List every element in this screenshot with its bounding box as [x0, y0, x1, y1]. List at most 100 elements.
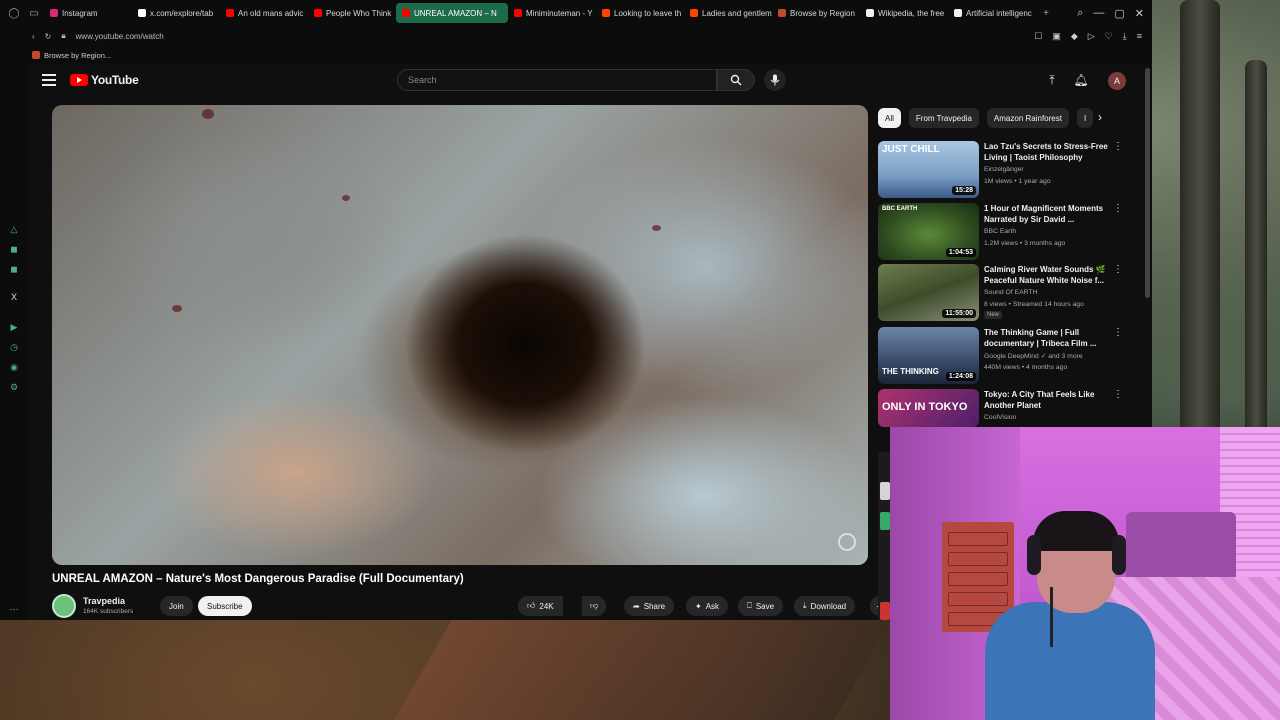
- tab[interactable]: Miniminuteman - Y: [508, 3, 596, 23]
- ask-button[interactable]: ✦ Ask: [686, 596, 729, 616]
- maximize-icon[interactable]: ▢: [1114, 7, 1124, 20]
- bookmark-item[interactable]: Browse by Region...: [44, 51, 111, 60]
- like-button[interactable]: 👍︎ 24K: [518, 596, 563, 616]
- avatar[interactable]: A: [1108, 72, 1126, 90]
- bookmark-icon[interactable]: ☐: [1034, 31, 1042, 42]
- youtube-logo[interactable]: YouTube: [70, 73, 139, 87]
- channel-name-text: Google DeepMind: [984, 353, 1039, 360]
- channel-watermark-icon[interactable]: [838, 533, 856, 551]
- more-vertical-icon[interactable]: ⋮: [1113, 389, 1123, 400]
- tab[interactable]: Browse by Region: [772, 3, 860, 23]
- person-hair: [1033, 511, 1119, 551]
- sidebar-ai-icon[interactable]: △: [9, 224, 19, 234]
- video-thumbnail[interactable]: 11:55:00: [878, 264, 979, 321]
- person-shirt: [985, 602, 1155, 720]
- tab[interactable]: Artificial intelligenc: [948, 3, 1036, 23]
- menu-icon[interactable]: ≡: [1137, 31, 1142, 42]
- recommendation-item[interactable]: JUST CHILL 15:28 Lao Tzu's Secrets to St…: [878, 141, 1138, 199]
- partially-hidden-thumbnails: [878, 452, 890, 620]
- search-input[interactable]: Search: [397, 69, 717, 91]
- minimize-icon[interactable]: —: [1093, 7, 1104, 20]
- opera-logo-icon[interactable]: ◯: [4, 3, 24, 23]
- video-thumbnail[interactable]: BBC EARTH 1:04:53: [878, 203, 979, 260]
- tab[interactable]: Instagram: [44, 3, 132, 23]
- dislike-button[interactable]: 👎︎: [582, 596, 607, 616]
- recommendation-title[interactable]: The Thinking Game | Full documentary | T…: [984, 327, 1114, 349]
- recommendation-channel[interactable]: BBC Earth: [984, 228, 1016, 235]
- download-icon[interactable]: ⤓: [1123, 31, 1127, 42]
- sidebar-player-icon[interactable]: ▶: [9, 322, 19, 332]
- hamburger-menu-icon[interactable]: [42, 74, 56, 86]
- tab[interactable]: Looking to leave th: [596, 3, 684, 23]
- microphone-boom: [1050, 587, 1053, 647]
- recommendation-title[interactable]: Lao Tzu's Secrets to Stress-Free Living …: [984, 141, 1114, 163]
- join-button[interactable]: Join: [160, 596, 193, 616]
- flow-icon[interactable]: ▷: [1088, 31, 1095, 42]
- recommendation-title[interactable]: Tokyo: A City That Feels Like Another Pl…: [984, 389, 1114, 411]
- chip-all[interactable]: All: [878, 108, 901, 128]
- video-thumbnail[interactable]: JUST CHILL 15:28: [878, 141, 979, 198]
- tab-label: People Who Think: [326, 8, 392, 18]
- video-player[interactable]: [52, 105, 868, 565]
- shield-icon[interactable]: ◆: [1071, 31, 1078, 42]
- recommendation-channel[interactable]: Einzelgänger: [984, 166, 1024, 173]
- channel-name[interactable]: Travpedia: [83, 596, 125, 606]
- close-icon[interactable]: ✕: [1135, 7, 1144, 20]
- window-controls: ⌕ — ▢ ✕: [1077, 7, 1152, 20]
- recommendation-channel[interactable]: Google DeepMind ✓ and 3 more: [984, 352, 1083, 360]
- share-button[interactable]: ➦ Share: [624, 596, 675, 616]
- more-vertical-icon[interactable]: ⋮: [1113, 141, 1123, 152]
- chip-more[interactable]: I: [1076, 108, 1094, 128]
- recommendation-item[interactable]: THE THINKING 1:24:08 The Thinking Game |…: [878, 327, 1138, 385]
- chip-amazon-rainforest[interactable]: Amazon Rainforest: [986, 108, 1069, 128]
- sidebar-x-icon[interactable]: X: [9, 292, 19, 302]
- reload-icon[interactable]: ↻: [45, 32, 52, 41]
- more-vertical-icon[interactable]: ⋮: [1113, 327, 1123, 338]
- camera-icon[interactable]: ▣: [1052, 31, 1061, 42]
- subscribe-button[interactable]: Subscribe: [198, 596, 252, 616]
- sidebar-history-icon[interactable]: ◷: [9, 342, 19, 352]
- url-field[interactable]: www.youtube.com/watch: [76, 32, 164, 41]
- search-tabs-icon[interactable]: ⌕: [1077, 7, 1083, 20]
- video-thumbnail[interactable]: THE THINKING 1:24:08: [878, 327, 979, 384]
- new-tab-icon[interactable]: +: [1036, 3, 1056, 23]
- tab-active[interactable]: UNREAL AMAZON – N: [396, 3, 508, 23]
- search-button[interactable]: [717, 69, 755, 91]
- sidebar-more-icon[interactable]: ⋯: [9, 604, 19, 614]
- tab[interactable]: Ladies and gentlem: [684, 3, 772, 23]
- thumbnail-text: BBC EARTH: [882, 206, 918, 212]
- workspaces-icon[interactable]: ▭: [24, 3, 44, 23]
- sidebar-pinboard-icon[interactable]: ◉: [9, 362, 19, 372]
- tab[interactable]: x.com/explore/tab: [132, 3, 220, 23]
- recommendation-item[interactable]: 11:55:00 Calming River Water Sounds 🌿 Pe…: [878, 264, 1138, 322]
- chip-from-channel[interactable]: From Travpedia: [908, 108, 979, 128]
- channel-avatar[interactable]: [52, 594, 76, 618]
- more-vertical-icon[interactable]: ⋮: [1113, 264, 1123, 275]
- recommendation-title[interactable]: Calming River Water Sounds 🌿 Peaceful Na…: [984, 264, 1114, 286]
- tab[interactable]: Wikipedia, the free: [860, 3, 948, 23]
- recommendation-title[interactable]: 1 Hour of Magnificent Moments Narrated b…: [984, 203, 1114, 225]
- tab[interactable]: People Who Think: [308, 3, 396, 23]
- recommendation-channel[interactable]: Sound Of EARTH: [984, 289, 1038, 296]
- upload-icon[interactable]: ⤒: [1044, 72, 1060, 88]
- video-thumbnail[interactable]: ONLY IN TOKYO: [878, 389, 979, 427]
- sidebar-settings-icon[interactable]: ⚙: [9, 382, 19, 392]
- page-scrollbar[interactable]: [1145, 68, 1150, 298]
- recommendation-channel[interactable]: CoolVision: [984, 414, 1016, 421]
- sidebar-messenger-icon[interactable]: ◼: [9, 244, 19, 254]
- chevron-right-icon[interactable]: ›: [1098, 110, 1102, 124]
- more-vertical-icon[interactable]: ⋮: [1113, 203, 1123, 214]
- tab[interactable]: An old mans advic: [220, 3, 308, 23]
- heart-icon[interactable]: ♡: [1105, 31, 1113, 42]
- recommendation-item[interactable]: BBC EARTH 1:04:53 1 Hour of Magnificent …: [878, 203, 1138, 261]
- thumbnail-text: JUST CHILL: [882, 144, 940, 155]
- voice-search-button[interactable]: [764, 69, 786, 91]
- notifications-bell-icon[interactable]: 🔔︎: [1073, 72, 1089, 88]
- youtube-play-icon: [70, 74, 88, 86]
- save-button[interactable]: ⎕ Save: [738, 596, 784, 616]
- sidebar-whatsapp-icon[interactable]: ◼: [9, 264, 19, 274]
- channel-subscribers: 164K subscribers: [83, 608, 134, 615]
- back-icon[interactable]: ‹: [32, 32, 35, 41]
- tab-favicon: [690, 9, 698, 17]
- download-button[interactable]: ⤓ Download: [794, 596, 856, 616]
